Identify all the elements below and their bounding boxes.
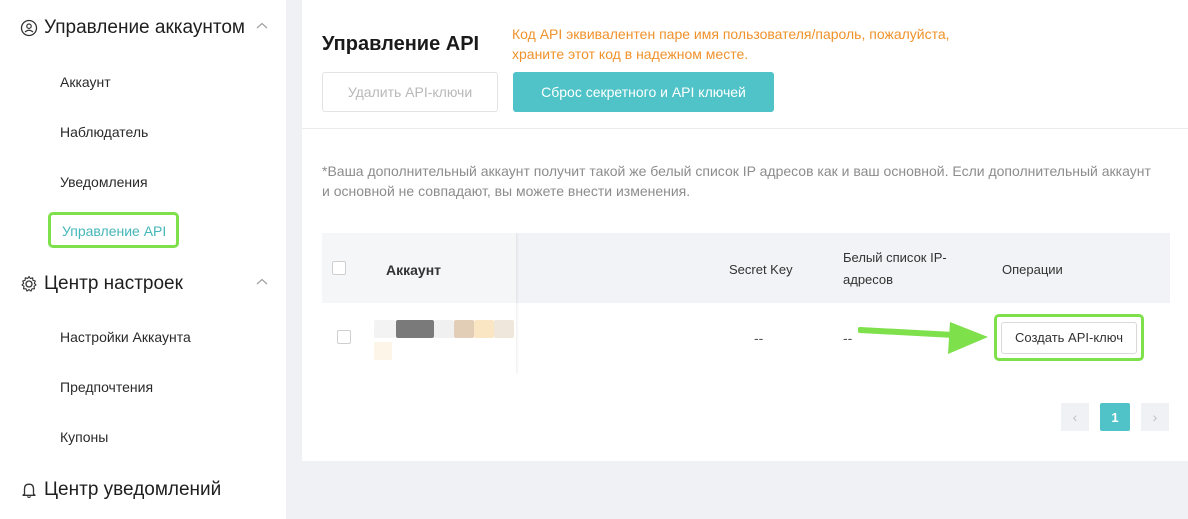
gear-icon: [18, 273, 40, 295]
sidebar: Управление аккаунтом Аккаунт Наблюдатель…: [0, 0, 286, 519]
sidebar-item-coupons[interactable]: Купоны: [60, 429, 108, 445]
cell-ip-whitelist: --: [843, 330, 853, 346]
green-arrow-annotation: [858, 322, 988, 354]
reset-keys-button[interactable]: Сброс секретного и API ключей: [513, 72, 774, 112]
sidebar-item-api-management[interactable]: Управление API: [48, 212, 180, 248]
sidebar-item-notifications[interactable]: Уведомления: [60, 174, 148, 190]
create-api-key-button[interactable]: Создать API-ключ: [1001, 321, 1137, 354]
column-header-account: Аккаунт: [386, 262, 442, 278]
cell-secret-key: --: [754, 330, 764, 346]
sidebar-item-observer[interactable]: Наблюдатель: [60, 124, 148, 140]
bell-icon: [18, 479, 40, 501]
select-all-checkbox[interactable]: [332, 261, 346, 275]
chevron-up-icon[interactable]: [256, 275, 268, 289]
sidebar-item-account-settings[interactable]: Настройки Аккаунта: [60, 329, 191, 345]
chevron-up-icon[interactable]: [256, 19, 268, 33]
pagination-prev-button[interactable]: ‹: [1061, 403, 1089, 431]
delete-api-keys-button[interactable]: Удалить API-ключи: [322, 72, 498, 112]
sidebar-item-preferences[interactable]: Предпочтения: [60, 379, 153, 395]
group-settings-center[interactable]: Центр настроек: [18, 273, 268, 295]
column-header-secret-key: Secret Key: [729, 262, 793, 277]
api-management-card: Управление API Код API эквивалентен паре…: [302, 0, 1188, 461]
pagination-page-1[interactable]: 1: [1100, 403, 1130, 431]
group-notification-center[interactable]: Центр уведомлений: [18, 479, 268, 501]
divider: [302, 128, 1188, 129]
column-header-ip-whitelist: Белый список IP-адресов: [843, 250, 947, 287]
row-checkbox[interactable]: [337, 330, 351, 344]
security-warning: Код API эквивалентен паре имя пользовате…: [512, 26, 950, 62]
group-title: Центр настроек: [44, 273, 183, 294]
fixed-column-shadow: [516, 233, 519, 373]
column-header-operations: Операции: [1002, 262, 1063, 277]
page-title: Управление API: [322, 33, 480, 55]
sidebar-item-account[interactable]: Аккаунт: [60, 74, 111, 90]
sub-account-note: *Ваша дополнительный аккаунт получит так…: [322, 163, 1151, 199]
pagination-next-button[interactable]: ›: [1141, 403, 1169, 431]
group-title: Центр уведомлений: [44, 479, 222, 500]
user-circle-icon: [18, 17, 40, 39]
create-api-key-highlight: Создать API-ключ: [994, 314, 1144, 361]
group-account-management[interactable]: Управление аккаунтом: [18, 17, 268, 39]
group-title: Управление аккаунтом: [44, 17, 245, 38]
